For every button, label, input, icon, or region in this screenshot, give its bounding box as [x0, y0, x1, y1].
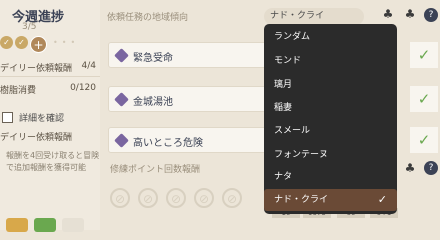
clover-icon[interactable]: ♣ [380, 6, 396, 22]
detail-label: 詳細を確認 [19, 114, 65, 124]
check-icon: ✓ [377, 193, 387, 206]
region-option[interactable]: ナタ [264, 166, 397, 188]
locked-slot-icon: ⊘ [166, 188, 186, 208]
locked-slot-icon: ⊘ [138, 188, 158, 208]
region-option[interactable]: モンド [264, 50, 397, 72]
reward-slots: ⊘ ⊘ ⊘ ⊘ ⊘ [110, 188, 242, 208]
locked-slot-icon: ⊘ [110, 188, 130, 208]
check-icon: ✓ [410, 86, 438, 112]
note-line-1: 報酬を4回受け取ると冒険 [6, 151, 100, 160]
divider [0, 76, 100, 77]
plus-icon[interactable]: + [30, 36, 47, 53]
progress-dots: ••• [53, 38, 80, 47]
region-dropdown[interactable]: ランダム モンド 璃月 稲妻 スメール フォンテーヌ ナタ ナド・クライ ✓ [264, 24, 397, 214]
check-icon: ✓ [0, 36, 13, 49]
daily-reward-value: 4/4 [81, 61, 96, 71]
commission-name: 金城湯池 [133, 97, 173, 108]
help-icon[interactable]: ? [424, 161, 438, 175]
locked-slot-icon: ⊘ [222, 188, 242, 208]
region-option[interactable]: 稲妻 [264, 97, 397, 119]
weekly-progress-title: 今週進捗 [12, 10, 65, 25]
commission-name: 高いところ危険 [133, 138, 203, 149]
commission-icon [114, 92, 129, 107]
region-trend-label: 依頼任務の地域傾向 [107, 13, 189, 23]
resin-value: 0/120 [70, 83, 96, 93]
note-line-2: で追加報酬を獲得可能 [6, 163, 86, 172]
region-option[interactable]: ランダム [264, 26, 397, 48]
region-option-label: ナド・クライ [274, 195, 329, 205]
weekly-progress-count: 3/5 [22, 22, 37, 32]
check-icon: ✓ [15, 36, 28, 49]
commission-name: 緊急受命 [133, 53, 173, 64]
help-icon[interactable]: ? [424, 8, 438, 22]
daily-reward-label: デイリー依頼報酬 [0, 64, 73, 74]
bottom-button-2[interactable] [34, 218, 56, 232]
daily-reward-heading: デイリー依頼報酬 [0, 133, 73, 143]
left-panel: 今週進捗 3/5 ✓ ✓ + ••• デイリー依頼報酬 4/4 樹脂消費 0/1… [0, 0, 100, 232]
commission-icon [114, 48, 129, 63]
region-option[interactable]: フォンテーヌ [264, 144, 397, 166]
clover-icon[interactable]: ♣ [402, 160, 418, 176]
commission-card[interactable]: 緊急受命 [108, 42, 268, 68]
region-option-selected[interactable]: ナド・クライ ✓ [264, 189, 397, 211]
check-icon: ✓ [410, 42, 438, 68]
clover-icon[interactable]: ♣ [402, 6, 418, 22]
region-option[interactable]: 璃月 [264, 74, 397, 96]
commission-card[interactable]: 金城湯池 [108, 86, 268, 112]
locked-slot-icon: ⊘ [194, 188, 214, 208]
resin-label: 樹脂消費 [0, 86, 37, 96]
check-icon: ✓ [410, 127, 438, 153]
training-points-label: 修練ポイント回数報酬 [110, 165, 201, 175]
daily-reward-row: デイリー依頼報酬 4/4 [0, 58, 100, 76]
bottom-button-3[interactable] [62, 218, 84, 232]
detail-toggle[interactable]: 詳細を確認 [2, 111, 64, 124]
commission-icon [114, 133, 129, 148]
resin-row: 樹脂消費 0/120 [0, 80, 100, 98]
progress-markers: ✓ ✓ + ••• [0, 36, 79, 53]
commission-card[interactable]: 高いところ危険 [108, 127, 268, 153]
region-option[interactable]: スメール [264, 120, 397, 142]
bottom-button-1[interactable] [6, 218, 28, 232]
checkbox[interactable] [2, 112, 13, 123]
region-select[interactable]: ナド・クライ [264, 8, 364, 25]
